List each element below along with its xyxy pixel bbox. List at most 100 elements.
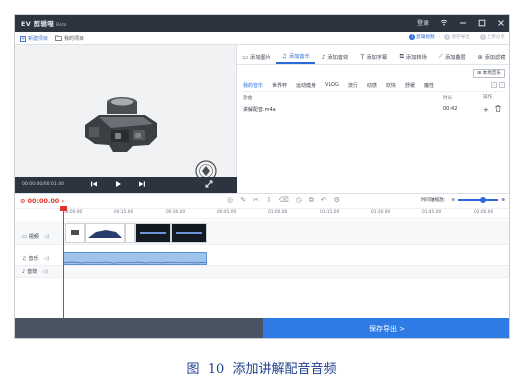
chevron-right-icon[interactable]: ›: [499, 82, 505, 88]
fullscreen-icon[interactable]: [204, 180, 214, 190]
category-vlog[interactable]: VLOG: [325, 82, 339, 91]
tick-label: 00:15.00: [114, 210, 134, 215]
step-separator: ›: [438, 34, 441, 40]
new-project-button[interactable]: + 新建项目: [20, 34, 48, 43]
my-projects-button[interactable]: 我的项目: [55, 34, 84, 43]
step-indicator: 1 剪辑视频 › 2 保存导出 › 3 上传分享: [409, 34, 505, 40]
category-my-music[interactable]: 我的音乐: [243, 82, 263, 91]
video-clip[interactable]: [85, 223, 125, 243]
list-item[interactable]: 讲解配音.m4a 00:42 +: [243, 105, 505, 115]
mute-icon[interactable]: ◁): [42, 269, 48, 275]
step-share: 3 上传分享: [479, 34, 505, 40]
overlay-icon: ⟋: [438, 53, 443, 60]
column-song: 歌曲: [243, 96, 253, 101]
timeline-zoom: 时间轴缩放： ⊖ ⊕: [421, 197, 505, 203]
plus-square-icon: +: [20, 35, 26, 42]
login-link[interactable]: 登录: [417, 18, 429, 27]
category-fitness[interactable]: 运动健身: [296, 82, 316, 91]
new-project-label: 新建项目: [28, 36, 49, 42]
chevron-left-icon[interactable]: ‹: [491, 82, 497, 88]
tab-add-sound-effect[interactable]: ♪ 添加音效: [315, 50, 354, 64]
video-track-icon: ▭: [22, 233, 27, 240]
category-soothing[interactable]: 舒缓: [405, 82, 415, 91]
tab-add-subtitle[interactable]: T 添加字幕: [354, 50, 393, 64]
music-categories: 我的音乐 世界杯 运动健身 VLOG 流行 动感 欢快 舒缓 魔性: [243, 82, 505, 92]
category-world-cup[interactable]: 世界杯: [272, 82, 287, 91]
split-icon[interactable]: ◎: [227, 196, 233, 205]
video-clip[interactable]: [171, 223, 207, 243]
zoom-slider-knob[interactable]: [480, 197, 487, 203]
zoom-slider[interactable]: [458, 197, 499, 203]
copy-icon[interactable]: ⧉: [309, 196, 314, 205]
category-dynamic[interactable]: 动感: [367, 82, 377, 91]
category-cheerful[interactable]: 欢快: [386, 82, 396, 91]
close-icon[interactable]: [496, 18, 505, 27]
mute-icon[interactable]: ◁): [44, 256, 50, 262]
tab-add-transition[interactable]: ⧉ 添加转场: [394, 50, 433, 64]
clock-icon[interactable]: ◷: [296, 196, 302, 205]
save-export-button[interactable]: 保存导出 >: [263, 318, 509, 338]
tick-label: 01:15.00: [320, 210, 340, 215]
delete-icon[interactable]: [495, 105, 501, 114]
zoom-in-icon[interactable]: ⊕: [501, 198, 505, 203]
local-music-label: 本地音乐: [482, 71, 501, 76]
timer-icon: ⊙: [20, 197, 28, 205]
song-ops: +: [483, 105, 506, 114]
panel-tabs: ▭ 添加图片 ♫ 添加音乐 ♪ 添加音效 T 添加字幕 ⧉ 添加转场 ⟋ 添加叠层 ⊛ 添加滤…: [237, 50, 509, 65]
next-frame-button[interactable]: [137, 180, 147, 190]
wifi-icon[interactable]: [439, 18, 448, 27]
add-icon[interactable]: +: [483, 106, 489, 114]
local-music-button[interactable]: ⊞ 本地音乐: [473, 69, 505, 78]
previous-frame-button[interactable]: [89, 180, 99, 190]
timeline-current-time: ⊙ 00:00.00 ‹: [20, 197, 65, 205]
audio-clip[interactable]: [63, 252, 207, 265]
sound-track-icon: ♪: [22, 268, 26, 275]
video-clip[interactable]: [135, 223, 171, 243]
video-icon: ▭: [242, 53, 249, 61]
category-quirky[interactable]: 魔性: [424, 82, 434, 91]
timeline-toolbar: ⊙ 00:00.00 ‹ ◎ ✎ ✂ ⇩ ⌫ ◷ ⧉ ↶ ⚙ 时间轴缩放： ⊖ …: [15, 194, 509, 209]
resource-panel: ▭ 添加图片 ♫ 添加音乐 ♪ 添加音效 T 添加字幕 ⧉ 添加转场 ⟋ 添加叠层 ⊛ 添加滤…: [237, 45, 509, 193]
tick-label: 02:00.00: [474, 210, 494, 215]
tab-add-filter[interactable]: ⊛ 添加滤镜: [472, 50, 509, 64]
maximize-icon[interactable]: [477, 18, 486, 27]
project-toolbar: + 新建项目 我的项目 1 剪辑视频 › 2 保存导出 › 3 上传分享: [15, 32, 509, 45]
scissors-icon[interactable]: ✂: [253, 196, 259, 205]
player-controls: 00:00:00/00:01:40: [15, 177, 237, 193]
zoom-label: 时间轴缩放：: [420, 198, 449, 203]
tick-label: 00:30.00: [166, 210, 186, 215]
time-ruler[interactable]: 00:00.00 00:15.00 00:30.00 00:45.00 01:0…: [63, 209, 509, 219]
undo-icon[interactable]: ↶: [321, 196, 327, 205]
pen-icon[interactable]: ✎: [240, 196, 246, 205]
trash-icon[interactable]: ⌫: [279, 196, 289, 205]
app-title: EV 剪辑喵 Beta: [21, 18, 66, 28]
settings-icon[interactable]: ⚙: [334, 196, 340, 205]
play-button[interactable]: [113, 180, 123, 190]
category-pop[interactable]: 流行: [348, 82, 358, 91]
video-clip[interactable]: [65, 223, 85, 243]
sound-track-label: ♪ 音效 ◁): [22, 268, 49, 276]
tab-add-image[interactable]: ▭ 添加图片: [237, 50, 276, 64]
filter-icon: ⊛: [477, 53, 483, 61]
app-name: EV 剪辑喵: [21, 20, 55, 28]
text-icon: T: [360, 53, 365, 61]
playhead[interactable]: [63, 208, 64, 318]
music-track-icon: ♫: [22, 255, 27, 262]
minimize-icon[interactable]: [458, 18, 467, 27]
tick-label: 01:30.00: [371, 210, 391, 215]
step-export: 2 保存导出: [444, 34, 470, 40]
music-list-header: 歌曲 时长 操作: [243, 94, 505, 102]
my-projects-label: 我的项目: [64, 36, 85, 42]
zoom-out-icon[interactable]: ⊖: [451, 198, 455, 203]
tab-add-overlay[interactable]: ⟋ 添加叠层: [433, 50, 472, 64]
bottom-bar: 保存导出 >: [15, 318, 509, 338]
video-clip[interactable]: [125, 223, 135, 243]
marker-icon[interactable]: ⇩: [266, 196, 272, 205]
step-separator: ›: [473, 34, 476, 40]
music-track-label: ♫ 音乐 ◁): [22, 255, 50, 263]
mute-icon[interactable]: ◁): [44, 234, 50, 240]
transition-icon: ⧉: [399, 53, 404, 60]
chevron-left-icon[interactable]: ‹: [59, 197, 64, 205]
video-track-label: ▭ 视频 ◁): [22, 233, 50, 241]
tab-add-music[interactable]: ♫ 添加音乐: [276, 50, 316, 64]
